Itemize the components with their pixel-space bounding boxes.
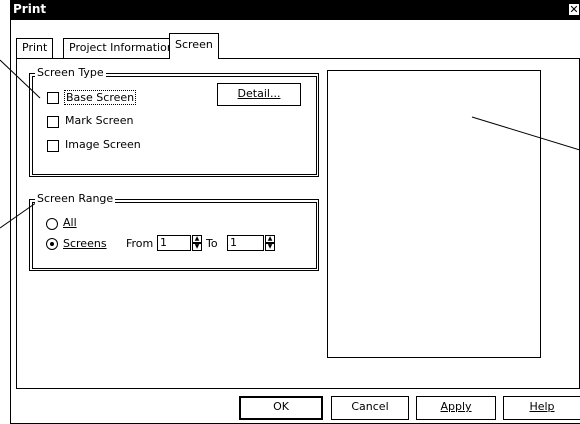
tab-screen-label: Screen bbox=[175, 38, 213, 51]
to-spin-up-icon[interactable]: ▲ bbox=[265, 235, 275, 243]
mark-screen-label: Mark Screen bbox=[65, 114, 134, 127]
to-input[interactable]: 1 bbox=[227, 235, 264, 251]
ok-button[interactable]: OK bbox=[239, 396, 323, 420]
ok-button-label: OK bbox=[273, 400, 289, 413]
help-button-label: Help bbox=[529, 400, 555, 413]
to-spin-down-icon[interactable]: ▼ bbox=[265, 243, 275, 251]
tab-project-information[interactable]: Project Information bbox=[63, 38, 180, 58]
apply-button-label: Apply bbox=[440, 400, 472, 413]
cancel-button[interactable]: Cancel bbox=[331, 396, 409, 420]
from-spin-up-icon[interactable]: ▲ bbox=[192, 235, 202, 243]
tab-print[interactable]: Print bbox=[16, 38, 54, 58]
all-radio[interactable] bbox=[46, 218, 58, 230]
screen-range-legend: Screen Range bbox=[35, 192, 116, 205]
close-icon[interactable]: ✕ bbox=[568, 3, 580, 16]
screens-radio-label: Screens bbox=[63, 237, 107, 250]
from-input[interactable]: 1 bbox=[157, 235, 191, 251]
title-bar: Print ✕ bbox=[10, 0, 580, 20]
tab-print-label: Print bbox=[22, 41, 48, 54]
cancel-button-label: Cancel bbox=[351, 400, 389, 413]
window-title: Print bbox=[13, 2, 47, 16]
to-label: To bbox=[206, 237, 218, 250]
image-screen-label: Image Screen bbox=[65, 138, 141, 151]
mark-screen-checkbox[interactable] bbox=[47, 116, 59, 128]
detail-button[interactable]: Detail... bbox=[217, 83, 301, 106]
base-screen-label: Base Screen bbox=[64, 90, 137, 105]
screens-radio[interactable] bbox=[46, 238, 58, 250]
screens-radio-dot bbox=[50, 242, 54, 246]
from-label: From bbox=[126, 237, 154, 250]
from-spin-down-icon[interactable]: ▼ bbox=[192, 243, 202, 251]
detail-button-label: Detail... bbox=[237, 87, 281, 100]
screen-preview-area bbox=[327, 70, 541, 358]
help-button[interactable]: Help bbox=[503, 396, 580, 420]
tab-screen[interactable]: Screen bbox=[169, 33, 219, 59]
tab-project-information-label: Project Information bbox=[69, 41, 174, 54]
screen-type-legend: Screen Type bbox=[35, 66, 106, 79]
base-screen-checkbox[interactable] bbox=[47, 92, 59, 104]
all-radio-label: All bbox=[63, 216, 77, 229]
image-screen-checkbox[interactable] bbox=[47, 140, 59, 152]
apply-button[interactable]: Apply bbox=[416, 396, 496, 420]
